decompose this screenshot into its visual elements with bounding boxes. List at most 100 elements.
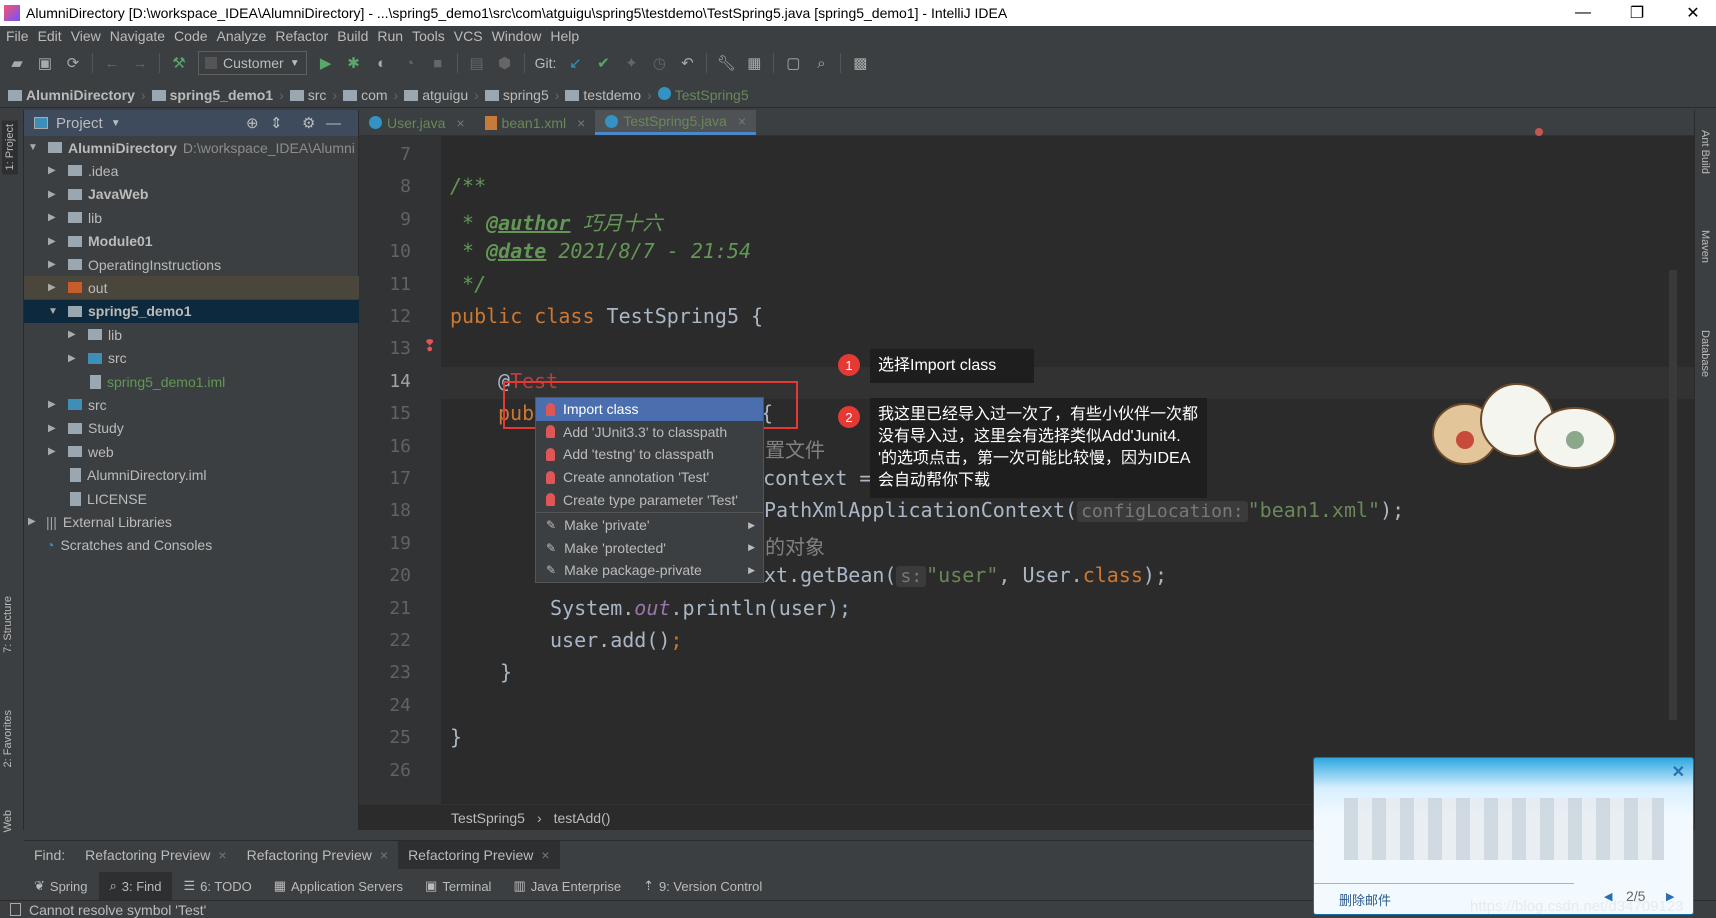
tree-item[interactable]: ▶ ||| External Libraries xyxy=(24,510,359,533)
popup-item[interactable]: ✎ Make 'private' ▶ xyxy=(536,514,763,537)
expand-arrow-icon[interactable]: ▶ xyxy=(48,212,62,223)
search-icon[interactable]: ⌕ xyxy=(812,54,830,72)
tree-item[interactable]: ▶ src xyxy=(24,393,359,416)
breadcrumb-item[interactable]: com xyxy=(343,87,388,103)
tool-window-java-enterprise[interactable]: ▥ Java Enterprise xyxy=(503,872,631,900)
sync-icon[interactable]: ⟳ xyxy=(64,54,82,72)
terminal-icon[interactable]: ▢ xyxy=(784,54,802,72)
back-icon[interactable]: ← xyxy=(103,54,121,72)
popup-item[interactable]: ✎ Make package-private ▶ xyxy=(536,559,763,582)
expand-arrow-icon[interactable]: ▶ xyxy=(48,259,62,270)
menu-build[interactable]: Build xyxy=(337,28,368,44)
maximize-button[interactable]: ❐ xyxy=(1614,0,1660,26)
tool-window-terminal[interactable]: ▣ Terminal xyxy=(415,872,501,900)
tool-window--find[interactable]: ⌕ 3: Find xyxy=(99,872,172,900)
expand-arrow-icon[interactable]: ▶ xyxy=(48,189,62,200)
git-rollback-icon[interactable]: ↶ xyxy=(678,54,696,72)
expand-arrow-icon[interactable]: ▶ xyxy=(68,329,82,340)
menu-view[interactable]: View xyxy=(71,28,101,44)
expand-arrow-icon[interactable]: ▶ xyxy=(48,236,62,247)
open-icon[interactable]: ▰ xyxy=(8,54,26,72)
presentation-icon[interactable]: ▩ xyxy=(851,54,869,72)
tree-item[interactable]: ▶ Module01 xyxy=(24,230,359,253)
crumb-method[interactable]: testAdd() xyxy=(554,810,611,826)
expand-arrow-icon[interactable]: ▶ xyxy=(48,446,62,457)
menu-analyze[interactable]: Analyze xyxy=(217,28,267,44)
close-tab-icon[interactable]: × xyxy=(541,847,549,863)
breadcrumb-item[interactable]: spring5_demo1 xyxy=(151,87,273,103)
popup-item[interactable]: Add 'testng' to classpath xyxy=(536,443,763,466)
close-window-button[interactable]: ✕ xyxy=(1670,0,1716,26)
menu-vcs[interactable]: VCS xyxy=(454,28,483,44)
profile-icon[interactable]: ◔ xyxy=(401,54,419,72)
close-tab-icon[interactable]: × xyxy=(577,115,585,131)
coverage-icon[interactable]: ◐ xyxy=(373,54,391,72)
tree-item[interactable]: ▶ .idea xyxy=(24,159,359,182)
breadcrumb-item[interactable]: src xyxy=(289,87,326,103)
tree-item[interactable]: ▶ lib xyxy=(24,206,359,229)
breadcrumb-item[interactable]: testdemo xyxy=(565,87,641,103)
menu-file[interactable]: File xyxy=(6,28,29,44)
tree-item[interactable]: ▶ Study xyxy=(24,417,359,440)
tab-web[interactable]: Web xyxy=(2,810,14,832)
expand-arrow-icon[interactable]: ▼ xyxy=(28,142,42,153)
tree-item[interactable]: AlumniDirectory.iml xyxy=(24,464,359,487)
close-tab-icon[interactable]: × xyxy=(218,847,226,863)
tree-item[interactable]: LICENSE xyxy=(24,487,359,510)
settings-wrench-icon[interactable]: 🔧︎ xyxy=(717,54,736,72)
tab-bean1-xml[interactable]: bean1.xml × xyxy=(475,110,596,135)
tab-maven[interactable]: Maven xyxy=(1699,230,1711,263)
expand-arrow-icon[interactable]: ▶ xyxy=(48,165,62,176)
breadcrumb-item[interactable]: atguigu xyxy=(404,87,468,103)
menu-edit[interactable]: Edit xyxy=(38,28,62,44)
intention-bulb-icon[interactable]: ❢ xyxy=(423,336,436,356)
tab-testspring5-java[interactable]: TestSpring5.java × xyxy=(595,110,757,135)
project-structure-icon[interactable]: ▦ xyxy=(745,54,763,72)
popup-item[interactable]: Create type parameter 'Test' xyxy=(536,488,763,511)
tree-item[interactable]: ▶ lib xyxy=(24,323,359,346)
git-commit-icon[interactable]: ✔ xyxy=(594,54,612,72)
project-view-select[interactable]: Project xyxy=(56,115,103,132)
popup-item[interactable]: Add 'JUnit3.3' to classpath xyxy=(536,421,763,444)
menu-run[interactable]: Run xyxy=(377,28,403,44)
vertical-scrollbar[interactable] xyxy=(1669,270,1677,720)
tab-favorites[interactable]: 2: Favorites xyxy=(2,710,14,767)
attach-icon[interactable]: ▤ xyxy=(468,54,486,72)
tree-item[interactable]: ▶ out xyxy=(24,276,359,300)
find-tab[interactable]: Refactoring Preview × xyxy=(398,840,560,869)
tab-database[interactable]: Database xyxy=(1699,330,1711,377)
minimize-button[interactable]: — xyxy=(1560,0,1606,26)
tool-window--todo[interactable]: ☰ 6: TODO xyxy=(174,872,262,900)
breadcrumb-item[interactable]: AlumniDirectory xyxy=(8,87,135,103)
crumb-class[interactable]: TestSpring5 xyxy=(451,810,525,826)
tab-ant-build[interactable]: Ant Build xyxy=(1699,130,1711,174)
find-tab[interactable]: Refactoring Preview × xyxy=(237,841,398,869)
git-history-icon[interactable]: ◷ xyxy=(650,54,668,72)
tool-window-application-servers[interactable]: ▦ Application Servers xyxy=(264,872,413,900)
tab-structure[interactable]: 7: Structure xyxy=(2,596,14,653)
git-compare-icon[interactable]: ✦ xyxy=(622,54,640,72)
tree-item[interactable]: ▶ web xyxy=(24,440,359,463)
find-tab[interactable]: Refactoring Preview × xyxy=(75,841,236,869)
forward-icon[interactable]: → xyxy=(131,54,149,72)
tree-item[interactable]: ▼ spring5_demo1 xyxy=(24,299,359,323)
menu-code[interactable]: Code xyxy=(174,28,207,44)
collapse-all-icon[interactable]: ⇕ xyxy=(270,114,283,132)
breadcrumb-item[interactable]: TestSpring5 xyxy=(657,86,749,103)
delete-mail-link[interactable]: 删除邮件 xyxy=(1339,890,1391,909)
breadcrumb-item[interactable]: spring5 xyxy=(484,87,549,103)
menu-refactor[interactable]: Refactor xyxy=(275,28,328,44)
popup-item[interactable]: Import class xyxy=(536,398,763,421)
menu-navigate[interactable]: Navigate xyxy=(110,28,165,44)
expand-arrow-icon[interactable]: ▶ xyxy=(48,423,62,434)
error-stripe-icon[interactable] xyxy=(1535,128,1543,136)
close-tab-icon[interactable]: × xyxy=(738,113,746,129)
save-icon[interactable]: ▣ xyxy=(36,54,54,72)
tool-window-spring[interactable]: ❦ Spring xyxy=(24,872,97,900)
tree-item[interactable]: ◔ Scratches and Consoles xyxy=(24,534,359,557)
run-icon[interactable]: ▶ xyxy=(317,54,335,72)
menu-window[interactable]: Window xyxy=(492,28,542,44)
gear-icon[interactable]: ⚙ xyxy=(302,114,315,132)
tree-item[interactable]: ▶ src xyxy=(24,347,359,370)
tab-user-java[interactable]: User.java × xyxy=(359,110,475,135)
